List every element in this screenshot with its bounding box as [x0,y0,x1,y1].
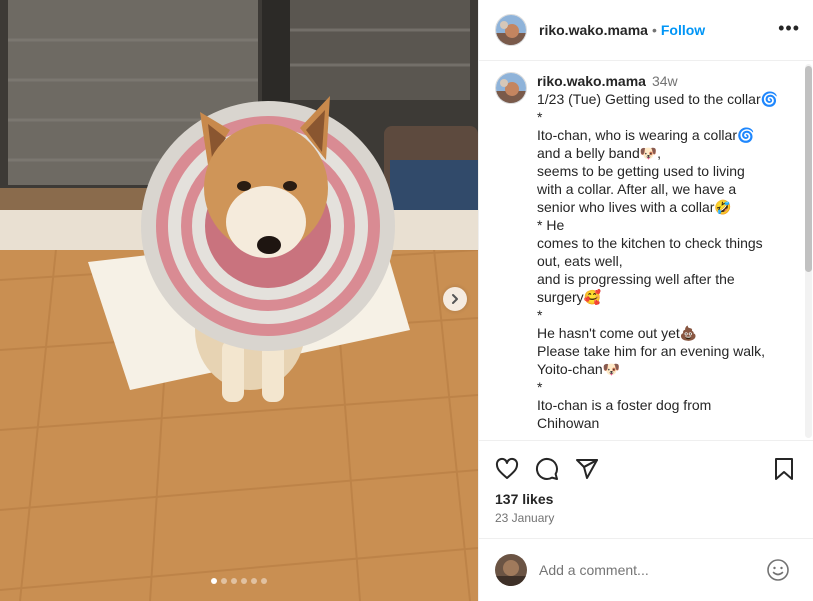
caption-line: seems to be getting used to living [537,163,745,179]
comment-bubble-icon[interactable] [535,457,559,481]
post-header: riko.wako.mama • Follow ••• [479,0,813,61]
dog-photo-image [0,0,478,601]
chevron-right-icon [452,294,458,304]
next-photo-button[interactable] [443,287,467,311]
caption-text: riko.wako.mama 34w 1/23 (Tue) Getting use… [537,72,798,432]
avatar-image [496,73,526,103]
add-comment-bar [479,538,813,601]
username-link[interactable]: riko.wako.mama [539,22,648,38]
comment-input[interactable] [539,562,759,578]
caption-line: surgery🥰 [537,289,602,305]
caption-line: senior who lives with a collar🤣 [537,199,732,215]
post-sidebar: riko.wako.mama • Follow ••• riko.wako.ma… [478,0,813,601]
avatar-image [495,554,527,586]
scrollbar-thumb[interactable] [805,66,812,272]
avatar[interactable] [495,72,527,104]
carousel-indicator [0,578,478,584]
caption-line: comes to the kitchen to check things [537,235,763,251]
caption-line: Please take him for an evening walk, [537,343,766,359]
caption-line: and is progressing well after the [537,271,735,287]
avatar-image [496,15,526,45]
paper-plane-icon[interactable] [575,457,599,481]
caption-line: and a belly band🐶, [537,145,662,161]
caption-line: Ito-chan is a foster dog from [537,397,712,413]
caption: riko.wako.mama 34w 1/23 (Tue) Getting use… [479,62,813,432]
post-photo[interactable] [0,0,478,601]
post-age: 34w [651,73,678,89]
caption-line: Yoito-chan🐶 [537,361,621,377]
comments-section[interactable]: riko.wako.mama 34w 1/23 (Tue) Getting use… [479,62,813,440]
carousel-dot [241,578,247,584]
caption-line: Ito-chan, who is wearing a collar🌀 [537,127,755,143]
carousel-dot [261,578,267,584]
smiley-icon[interactable] [766,558,790,582]
caption-line: 1/23 (Tue) Getting used to the collar🌀 [537,91,779,107]
carousel-dot [221,578,227,584]
caption-lines: 1/23 (Tue) Getting used to the collar🌀 * I… [537,90,798,432]
bookmark-icon[interactable] [772,457,796,481]
heart-icon[interactable] [495,457,519,481]
caption-line: Chihowan [537,415,600,431]
caption-line: * [537,379,543,395]
caption-line: out, eats well, [537,253,623,269]
more-options-icon[interactable]: ••• [778,18,800,39]
caption-line: * He [537,217,565,233]
caption-line: * [537,109,543,125]
caption-line: He hasn't come out yet💩 [537,325,698,341]
likes-count[interactable]: 137 likes [495,491,553,507]
caption-line: * [537,307,543,323]
carousel-dot [211,578,217,584]
caption-line: with a collar. After all, we have a [537,181,737,197]
follow-button[interactable]: Follow [661,22,705,38]
carousel-dot [251,578,257,584]
post-actions: 137 likes 23 January [479,440,813,538]
current-user-avatar [495,554,527,586]
separator-dot: • [651,22,657,38]
avatar[interactable] [495,14,527,46]
post-date[interactable]: 23 January [495,511,554,525]
caption-username[interactable]: riko.wako.mama [537,73,646,89]
carousel-dot [231,578,237,584]
